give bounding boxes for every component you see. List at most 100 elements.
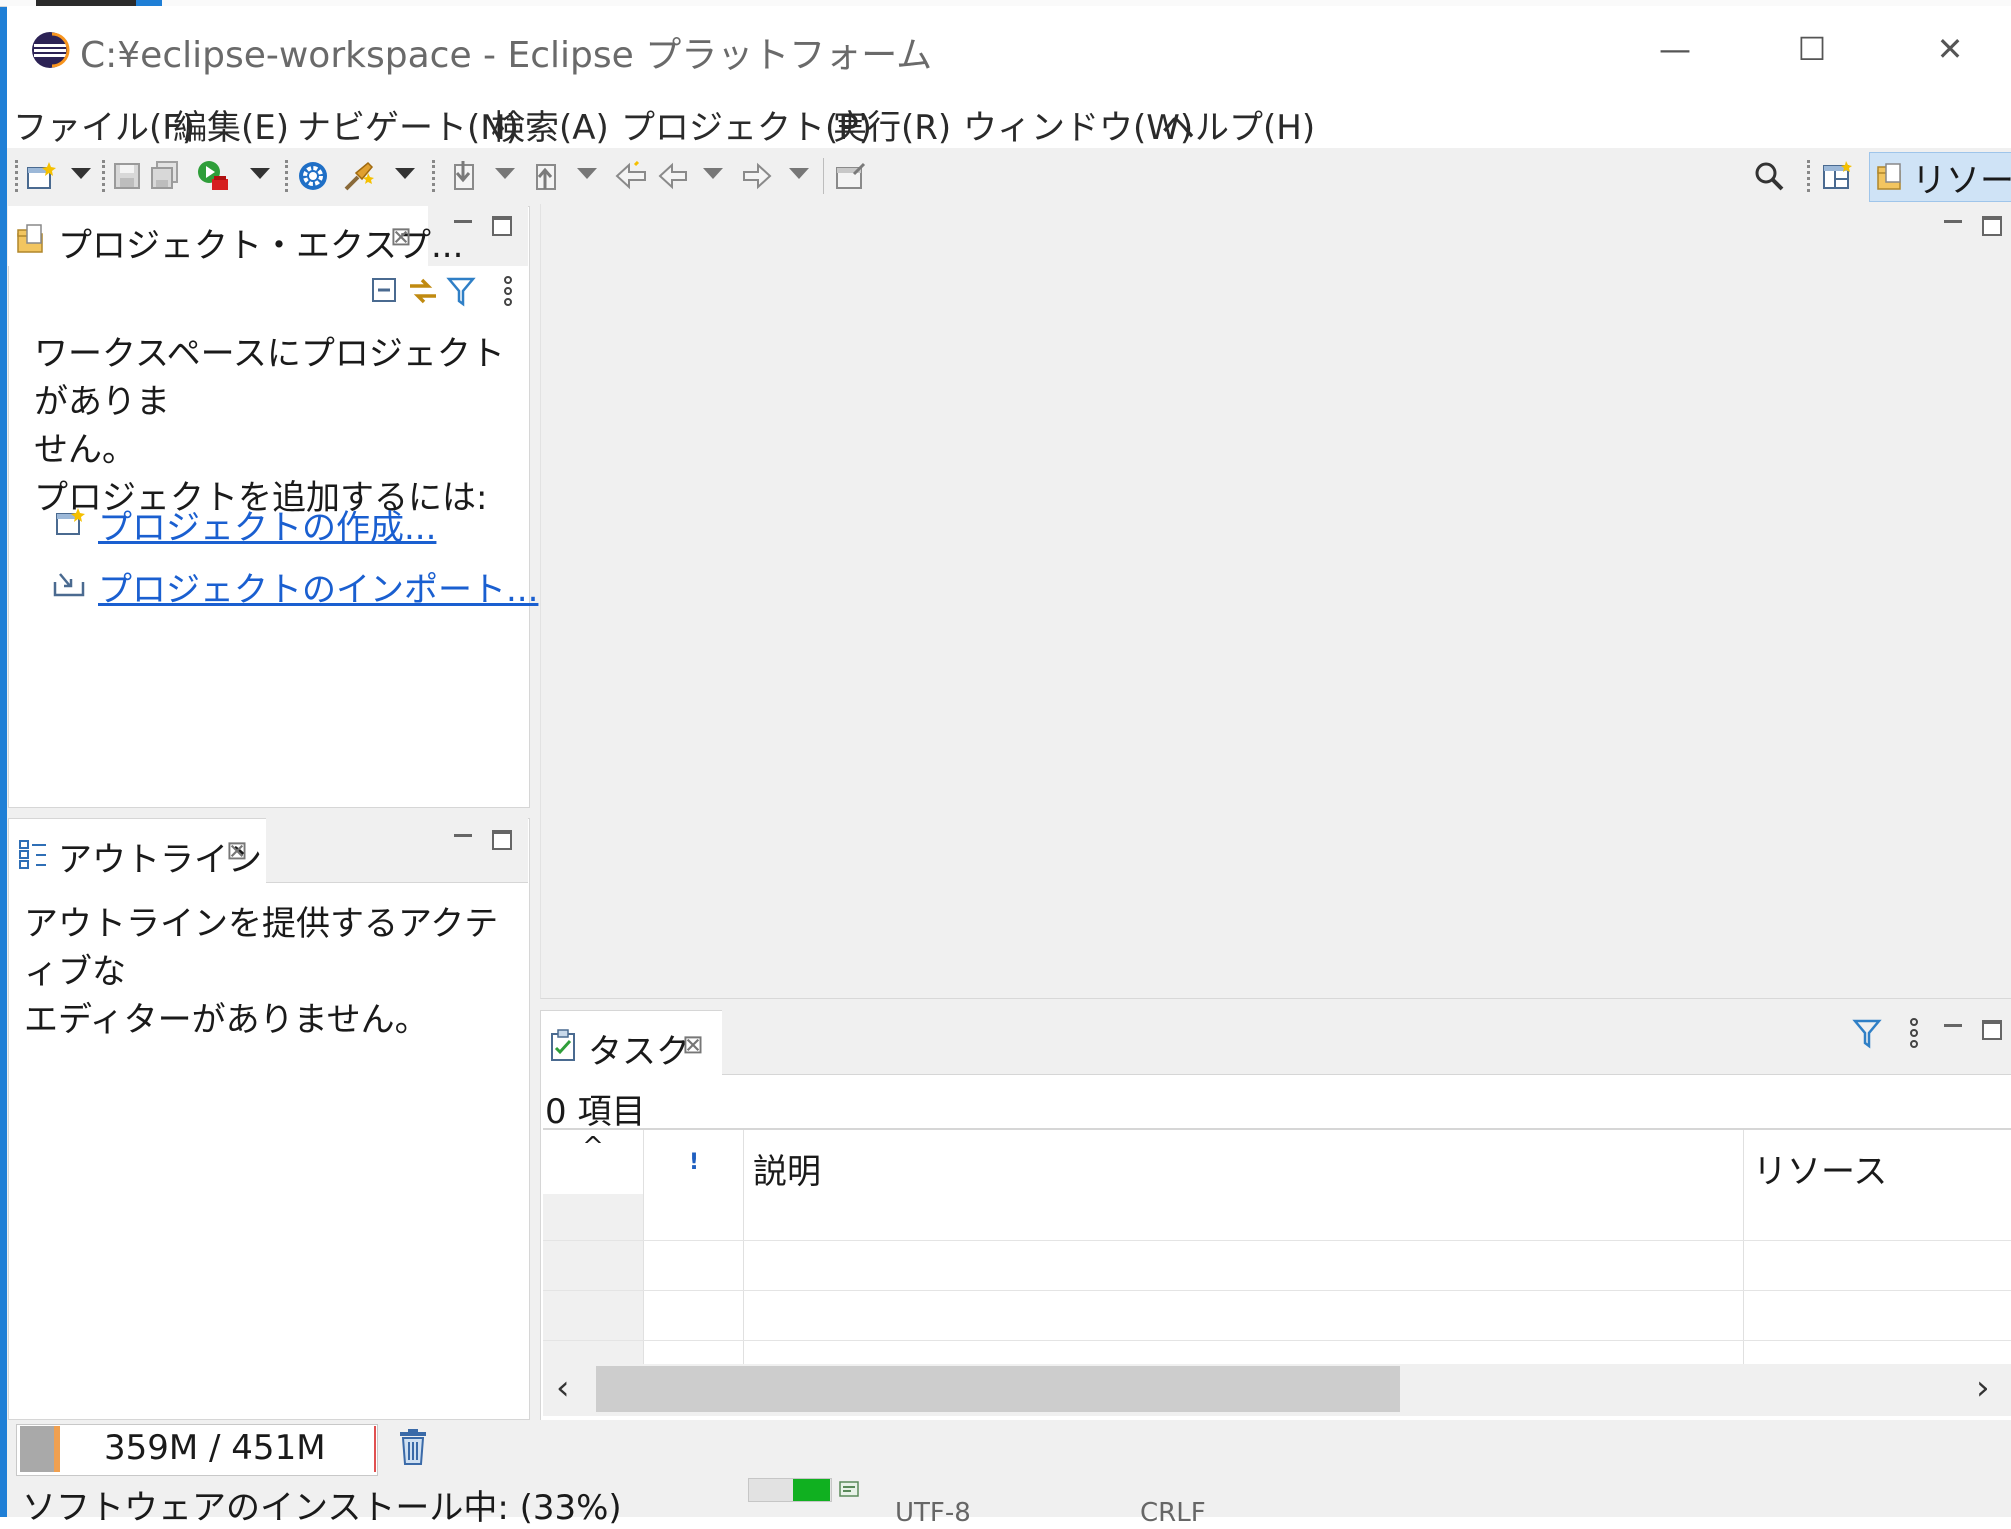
minimize-view-icon[interactable] <box>454 220 472 223</box>
table-row-line <box>543 1290 2011 1291</box>
import-project-link[interactable]: プロジェクトのインポート... <box>98 562 538 611</box>
window-left-edge <box>0 0 7 1517</box>
outline-message: アウトラインを提供するアクティブな エディターがありません。 <box>24 900 524 1044</box>
open-perspective-icon[interactable] <box>1819 158 1855 194</box>
close-project-explorer-icon[interactable]: ⊠ <box>390 222 412 252</box>
heap-committed-bar <box>54 1426 60 1472</box>
outline-message-line2: エディターがありません。 <box>24 1000 429 1040</box>
pin-editor-icon[interactable] <box>833 158 869 194</box>
priority-column-header[interactable]: ! <box>645 1130 743 1240</box>
resource-column-header[interactable]: リソース <box>1753 1130 2011 1240</box>
progress-bar-fill <box>793 1479 830 1501</box>
progress-view-icon[interactable] <box>838 1480 862 1504</box>
toolbar-grip[interactable] <box>1807 160 1813 192</box>
minimize-button[interactable]: — <box>1645 26 1705 72</box>
close-tasks-icon[interactable]: ⊠ <box>682 1030 704 1060</box>
view-menu-icon[interactable] <box>500 274 516 312</box>
heap-usage-text: 359M / 451M <box>104 1428 326 1468</box>
heap-max-mark <box>374 1426 376 1472</box>
import-project-icon <box>52 568 86 602</box>
maximize-button[interactable]: ☐ <box>1782 26 1842 72</box>
encoding-status[interactable]: UTF-8 <box>895 1498 971 1528</box>
next-annotation-dropdown-icon[interactable] <box>495 168 515 179</box>
toolbar-grip[interactable] <box>15 160 21 192</box>
tasks-title: タスク <box>588 1032 690 1072</box>
column-divider <box>743 1130 744 1366</box>
save-icon[interactable] <box>109 158 145 194</box>
new-dropdown-icon[interactable] <box>71 168 91 179</box>
description-column-header[interactable]: 説明 <box>753 1130 1753 1240</box>
main-toolbar: リソース <box>7 148 2011 204</box>
scroll-left-icon[interactable]: ‹ <box>556 1368 570 1408</box>
outline-tabbar <box>266 818 528 883</box>
tasks-filter-icon[interactable] <box>1852 1018 1882 1054</box>
editor-area[interactable] <box>540 204 2011 999</box>
outline-message-line1: アウトラインを提供するアクティブな <box>24 904 499 992</box>
table-row-line <box>543 1340 2011 1341</box>
back-dropdown-icon[interactable] <box>703 168 723 179</box>
new-icon[interactable] <box>23 158 59 194</box>
create-project-link[interactable]: プロジェクトの作成... <box>98 500 436 549</box>
menu-edit[interactable]: 編集(E) <box>173 100 289 149</box>
menu-search[interactable]: 検索(A) <box>491 100 609 149</box>
maximize-view-icon[interactable] <box>492 216 512 236</box>
scrollbar-thumb[interactable] <box>596 1366 1400 1412</box>
menu-run[interactable]: 実行(R) <box>833 100 951 149</box>
no-projects-text: ワークスペースにプロジェクトがありま <box>34 334 505 422</box>
run-tool-dropdown-icon[interactable] <box>250 168 270 179</box>
tasks-view-menu-icon[interactable] <box>1906 1016 1922 1054</box>
link-with-editor-icon[interactable] <box>406 274 440 312</box>
minimize-tasks-icon[interactable] <box>1944 1024 1962 1027</box>
sort-column-header[interactable]: ^ <box>543 1130 643 1240</box>
next-annotation-icon[interactable] <box>447 158 483 194</box>
project-explorer-icon <box>16 222 50 258</box>
line-delimiter-status[interactable]: CRLF <box>1140 1498 1206 1528</box>
toolbar-grip[interactable] <box>102 160 108 192</box>
project-explorer-message: ワークスペースにプロジェクトがありま せん。 プロジェクトを追加するには: <box>34 330 524 522</box>
filter-icon[interactable] <box>446 276 476 312</box>
new-project-icon <box>54 506 86 542</box>
save-all-icon[interactable] <box>147 158 183 194</box>
tasks-item-count: 0 項目 <box>545 1092 646 1132</box>
previous-annotation-dropdown-icon[interactable] <box>577 168 597 179</box>
resource-perspective-label: リソース <box>1912 160 2011 201</box>
last-edit-location-icon[interactable] <box>613 158 649 194</box>
minimize-outline-icon[interactable] <box>454 834 472 837</box>
resource-perspective-button[interactable]: リソース <box>1869 152 2011 202</box>
close-window-button[interactable]: ✕ <box>1920 26 1980 72</box>
toolbar-separator <box>823 158 824 194</box>
close-outline-icon[interactable]: ⊠ <box>226 836 248 866</box>
search-icon[interactable] <box>1751 158 1787 194</box>
settings-gear-icon[interactable] <box>295 158 331 194</box>
external-tools-dropdown-icon[interactable] <box>395 168 415 179</box>
scroll-right-icon[interactable]: › <box>1976 1368 1990 1408</box>
tasks-icon <box>548 1028 580 1066</box>
previous-annotation-icon[interactable] <box>529 158 565 194</box>
maximize-tasks-icon[interactable] <box>1982 1020 2002 1040</box>
tasks-tabbar <box>722 1010 2011 1075</box>
table-row-line <box>543 1240 2011 1241</box>
menu-help[interactable]: ヘルプ(H) <box>1161 100 1315 149</box>
window-title: C:¥eclipse-workspace - Eclipse プラットフォーム <box>80 35 933 76</box>
forward-icon[interactable] <box>739 158 775 194</box>
no-projects-text-cont: せん。 <box>34 430 136 470</box>
column-divider <box>643 1130 644 1366</box>
external-tools-icon[interactable] <box>341 158 377 194</box>
menu-file[interactable]: ファイル(F) <box>13 100 195 149</box>
run-tool-icon[interactable] <box>195 158 231 194</box>
collapse-all-icon[interactable] <box>370 276 400 310</box>
resource-folder-icon <box>1876 161 1908 193</box>
back-icon[interactable] <box>655 158 691 194</box>
minimize-editor-icon[interactable] <box>1944 220 1962 223</box>
toolbar-grip[interactable] <box>285 160 291 192</box>
forward-dropdown-icon[interactable] <box>789 168 809 179</box>
menu-navigate[interactable]: ナビゲート(N) <box>297 100 519 149</box>
maximize-outline-icon[interactable] <box>492 830 512 850</box>
menu-window[interactable]: ウィンドウ(W) <box>963 100 1193 149</box>
garbage-collect-trash-icon[interactable] <box>396 1428 432 1468</box>
heap-used-bar <box>20 1426 54 1472</box>
maximize-editor-icon[interactable] <box>1982 216 2002 236</box>
install-progress-text: ソフトウェアのインストール中: (33%) <box>22 1488 622 1528</box>
outline-icon <box>18 838 48 874</box>
toolbar-grip[interactable] <box>432 160 438 192</box>
